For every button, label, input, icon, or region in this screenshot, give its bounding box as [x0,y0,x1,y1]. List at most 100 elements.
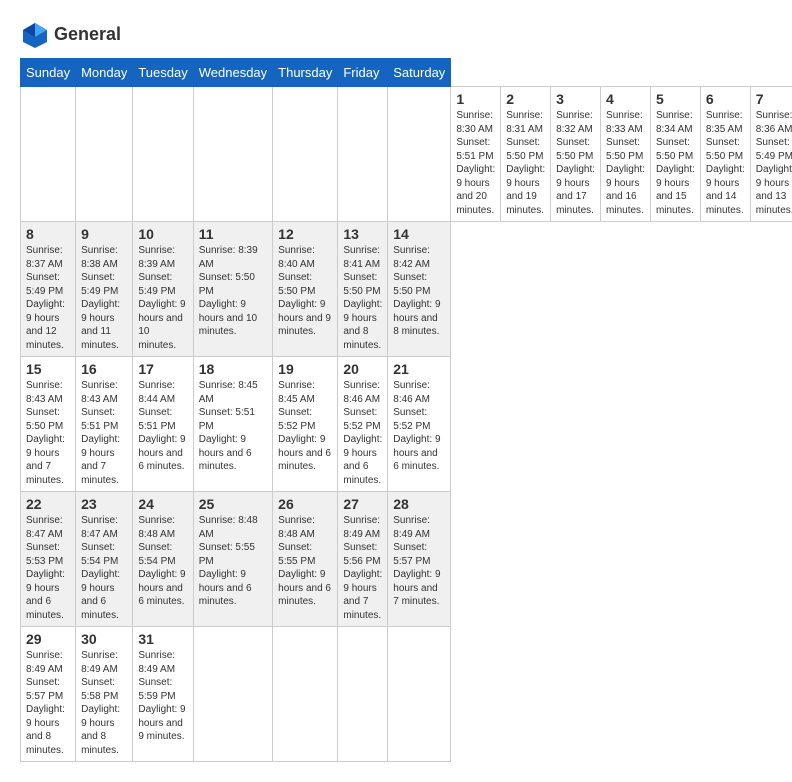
day-info: Sunrise: 8:45 AM Sunset: 5:52 PM Dayligh… [278,379,332,474]
calendar-header-row: SundayMondayTuesdayWednesdayThursdayFrid… [21,59,792,87]
day-number: 21 [393,361,445,377]
calendar-cell: 7 Sunrise: 8:36 AM Sunset: 5:49 PM Daylig… [750,87,792,222]
calendar-cell: 2 Sunrise: 8:31 AM Sunset: 5:50 PM Daylig… [501,87,551,222]
day-info: Sunrise: 8:43 AM Sunset: 5:51 PM Dayligh… [81,379,127,487]
day-info: Sunrise: 8:40 AM Sunset: 5:50 PM Dayligh… [278,244,332,339]
day-info: Sunrise: 8:43 AM Sunset: 5:50 PM Dayligh… [26,379,70,487]
day-info: Sunrise: 8:48 AM Sunset: 5:55 PM Dayligh… [278,514,332,609]
day-number: 23 [81,496,127,512]
calendar-cell: 4 Sunrise: 8:33 AM Sunset: 5:50 PM Daylig… [601,87,651,222]
calendar-cell [21,87,76,222]
calendar-week-row: 29Sunrise: 8:49 AM Sunset: 5:57 PM Dayli… [21,627,792,762]
calendar-cell: 14Sunrise: 8:42 AM Sunset: 5:50 PM Dayli… [388,222,451,357]
calendar-cell [388,87,451,222]
day-number: 20 [343,361,382,377]
calendar-cell: 22 Sunrise: 8:47 AM Sunset: 5:53 PM Dayli… [21,492,76,627]
day-number: 22 [26,496,70,512]
weekday-header-friday: Friday [338,59,388,87]
day-info: Sunrise: 8:49 AM Sunset: 5:56 PM Dayligh… [343,514,382,622]
calendar-cell: 16 Sunrise: 8:43 AM Sunset: 5:51 PM Dayli… [76,357,133,492]
day-info: Sunrise: 8:39 AM Sunset: 5:49 PM Dayligh… [138,244,187,352]
day-number: 28 [393,496,445,512]
day-info: Sunrise: 8:49 AM Sunset: 5:58 PM Dayligh… [81,649,127,757]
calendar-table: SundayMondayTuesdayWednesdayThursdayFrid… [20,58,792,762]
day-number: 27 [343,496,382,512]
calendar-cell: 9 Sunrise: 8:38 AM Sunset: 5:49 PM Daylig… [76,222,133,357]
weekday-header-saturday: Saturday [388,59,451,87]
day-info: Sunrise: 8:36 AM Sunset: 5:49 PM Dayligh… [756,109,792,217]
page-header: General [20,20,772,50]
day-number: 4 [606,91,645,107]
calendar-cell: 12 Sunrise: 8:40 AM Sunset: 5:50 PM Dayli… [273,222,338,357]
calendar-cell: 6 Sunrise: 8:35 AM Sunset: 5:50 PM Daylig… [700,87,750,222]
calendar-cell: 29Sunrise: 8:49 AM Sunset: 5:57 PM Dayli… [21,627,76,762]
calendar-week-row: 15 Sunrise: 8:43 AM Sunset: 5:50 PM Dayli… [21,357,792,492]
day-number: 10 [138,226,187,242]
weekday-header-thursday: Thursday [273,59,338,87]
calendar-week-row: 8Sunrise: 8:37 AM Sunset: 5:49 PM Daylig… [21,222,792,357]
calendar-cell: 23 Sunrise: 8:47 AM Sunset: 5:54 PM Dayli… [76,492,133,627]
day-info: Sunrise: 8:35 AM Sunset: 5:50 PM Dayligh… [706,109,745,217]
calendar-cell: 13 Sunrise: 8:41 AM Sunset: 5:50 PM Dayli… [338,222,388,357]
day-info: Sunrise: 8:46 AM Sunset: 5:52 PM Dayligh… [343,379,382,487]
day-number: 15 [26,361,70,377]
calendar-cell: 8Sunrise: 8:37 AM Sunset: 5:49 PM Daylig… [21,222,76,357]
logo: General [20,20,121,50]
calendar-cell [338,87,388,222]
day-number: 5 [656,91,695,107]
calendar-cell: 5 Sunrise: 8:34 AM Sunset: 5:50 PM Daylig… [650,87,700,222]
day-info: Sunrise: 8:39 AM Sunset: 5:50 PM Dayligh… [199,244,267,339]
day-info: Sunrise: 8:45 AM Sunset: 5:51 PM Dayligh… [199,379,267,474]
calendar-cell: 10 Sunrise: 8:39 AM Sunset: 5:49 PM Dayli… [133,222,193,357]
day-info: Sunrise: 8:30 AM Sunset: 5:51 PM Dayligh… [456,109,495,217]
day-info: Sunrise: 8:48 AM Sunset: 5:55 PM Dayligh… [199,514,267,609]
calendar-cell: 3 Sunrise: 8:32 AM Sunset: 5:50 PM Daylig… [551,87,601,222]
day-info: Sunrise: 8:31 AM Sunset: 5:50 PM Dayligh… [506,109,545,217]
day-info: Sunrise: 8:37 AM Sunset: 5:49 PM Dayligh… [26,244,70,352]
calendar-cell [388,627,451,762]
calendar-body: 1 Sunrise: 8:30 AM Sunset: 5:51 PM Daylig… [21,87,792,762]
day-info: Sunrise: 8:41 AM Sunset: 5:50 PM Dayligh… [343,244,382,352]
weekday-header-wednesday: Wednesday [193,59,272,87]
calendar-cell: 28Sunrise: 8:49 AM Sunset: 5:57 PM Dayli… [388,492,451,627]
day-number: 1 [456,91,495,107]
weekday-header-tuesday: Tuesday [133,59,193,87]
calendar-cell: 19Sunrise: 8:45 AM Sunset: 5:52 PM Dayli… [273,357,338,492]
day-info: Sunrise: 8:38 AM Sunset: 5:49 PM Dayligh… [81,244,127,352]
day-info: Sunrise: 8:47 AM Sunset: 5:53 PM Dayligh… [26,514,70,622]
day-number: 2 [506,91,545,107]
day-info: Sunrise: 8:33 AM Sunset: 5:50 PM Dayligh… [606,109,645,217]
day-number: 24 [138,496,187,512]
day-info: Sunrise: 8:44 AM Sunset: 5:51 PM Dayligh… [138,379,187,474]
day-number: 3 [556,91,595,107]
calendar-cell: 1 Sunrise: 8:30 AM Sunset: 5:51 PM Daylig… [451,87,501,222]
day-number: 6 [706,91,745,107]
calendar-week-row: 1 Sunrise: 8:30 AM Sunset: 5:51 PM Daylig… [21,87,792,222]
calendar-cell: 20 Sunrise: 8:46 AM Sunset: 5:52 PM Dayli… [338,357,388,492]
day-number: 14 [393,226,445,242]
calendar-cell [338,627,388,762]
day-number: 30 [81,631,127,647]
day-info: Sunrise: 8:48 AM Sunset: 5:54 PM Dayligh… [138,514,187,609]
calendar-cell: 18Sunrise: 8:45 AM Sunset: 5:51 PM Dayli… [193,357,272,492]
day-info: Sunrise: 8:34 AM Sunset: 5:50 PM Dayligh… [656,109,695,217]
logo-icon [20,20,50,50]
day-number: 9 [81,226,127,242]
calendar-cell [193,627,272,762]
day-number: 25 [199,496,267,512]
day-number: 13 [343,226,382,242]
calendar-cell: 11Sunrise: 8:39 AM Sunset: 5:50 PM Dayli… [193,222,272,357]
calendar-cell: 24 Sunrise: 8:48 AM Sunset: 5:54 PM Dayli… [133,492,193,627]
weekday-header-monday: Monday [76,59,133,87]
calendar-cell: 26Sunrise: 8:48 AM Sunset: 5:55 PM Dayli… [273,492,338,627]
calendar-cell: 30 Sunrise: 8:49 AM Sunset: 5:58 PM Dayli… [76,627,133,762]
calendar-cell [273,627,338,762]
day-number: 16 [81,361,127,377]
day-info: Sunrise: 8:32 AM Sunset: 5:50 PM Dayligh… [556,109,595,217]
calendar-cell [133,87,193,222]
day-info: Sunrise: 8:46 AM Sunset: 5:52 PM Dayligh… [393,379,445,474]
day-number: 7 [756,91,792,107]
day-number: 12 [278,226,332,242]
day-info: Sunrise: 8:47 AM Sunset: 5:54 PM Dayligh… [81,514,127,622]
logo-text: General [54,24,121,46]
